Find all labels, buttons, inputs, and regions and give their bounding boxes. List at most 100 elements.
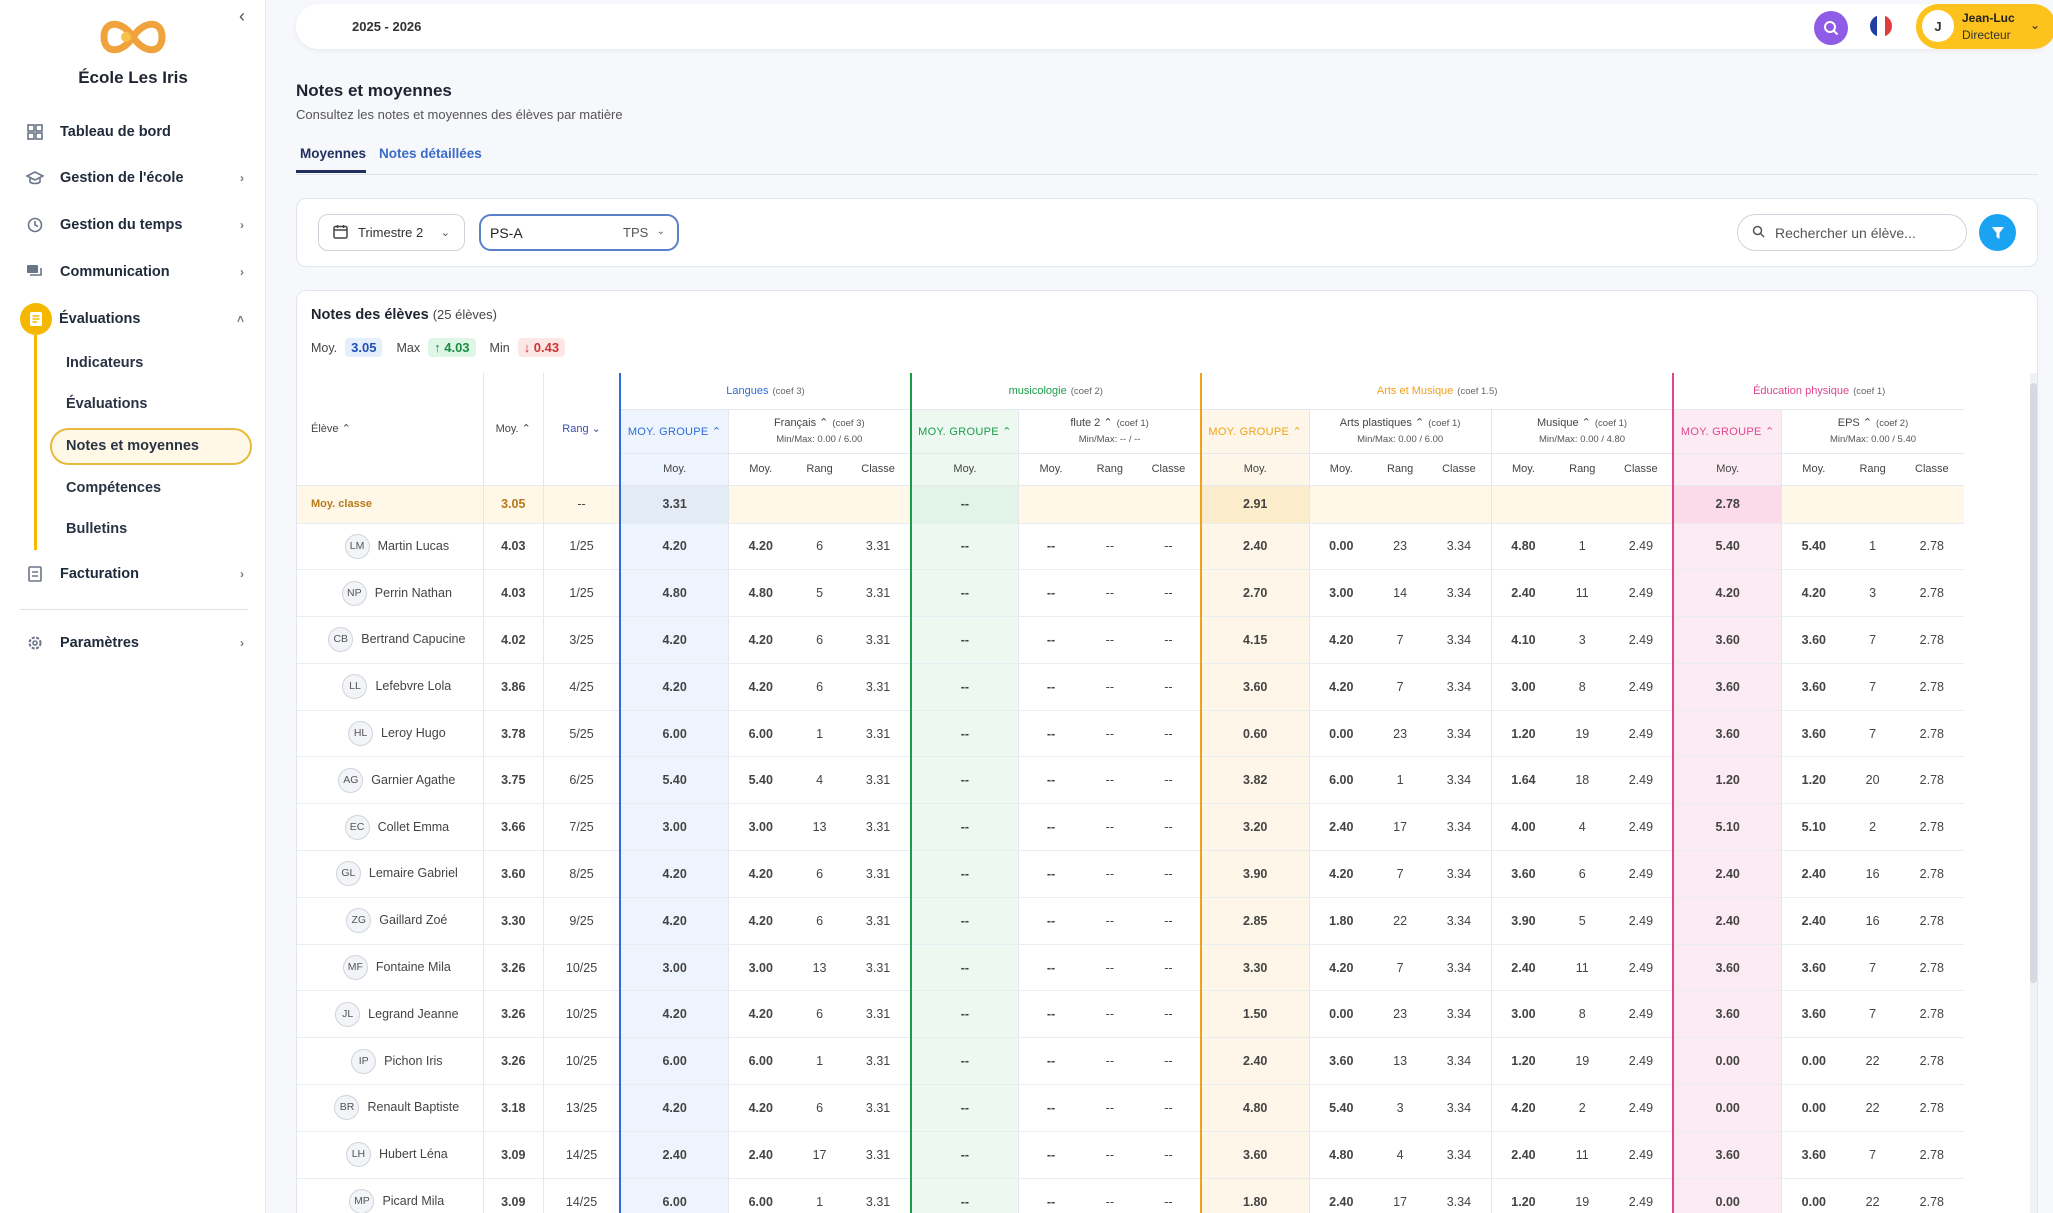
- table-row[interactable]: LL Lefebvre Lola 3.86 4/25 4.20 4.20 6 3.31 -- --…: [297, 663, 1964, 711]
- grade-cell: 2.49: [1609, 616, 1674, 664]
- grade-cell: 3.00: [1490, 990, 1556, 1039]
- subject-header-francais[interactable]: Français ⌃ (coef 3) Min/Max: 0.00 / 6.00: [727, 409, 911, 454]
- grade-cell: --: [1018, 616, 1083, 664]
- table-row[interactable]: CB Bertrand Capucine 4.02 3/25 4.20 4.20 6 3.31…: [297, 616, 1964, 664]
- avatar: J: [1922, 10, 1954, 42]
- table-row[interactable]: EC Collet Emma 3.66 7/25 3.00 3.00 13 3.31 -- -- -…: [297, 803, 1964, 852]
- subject-header-eps[interactable]: EPS ⌃ (coef 2) Min/Max: 0.00 / 5.40: [1781, 409, 1964, 454]
- sub-header-rang: Rang: [1555, 453, 1610, 486]
- group-name: Éducation physique: [1753, 384, 1850, 397]
- grade-cell: 4.20: [727, 523, 793, 571]
- table-row[interactable]: IP Pichon Iris 3.26 10/25 6.00 6.00 1 3.31 -- -- -…: [297, 1037, 1964, 1086]
- grade-cell: 2.40: [1490, 944, 1556, 992]
- table-row[interactable]: BR Renault Baptiste 3.18 13/25 4.20 4.20 6 3.31…: [297, 1084, 1964, 1132]
- student-name: Legrand Jeanne: [368, 1006, 459, 1021]
- scrollbar-thumb[interactable]: [2030, 383, 2037, 983]
- sidebar-subitem-evaluations[interactable]: Évaluations: [66, 392, 147, 416]
- student-name-cell: LH Hubert Léna: [297, 1131, 484, 1179]
- moy-groupe-header[interactable]: MOY. GROUPE ⌃: [619, 409, 729, 454]
- grade-cell: --: [1082, 803, 1137, 852]
- sidebar-item-school[interactable]: Gestion de l'école ›: [24, 164, 244, 192]
- grade-cell: 3.60: [1490, 850, 1556, 898]
- grade-cell: 0.00: [1781, 1084, 1846, 1132]
- vertical-scrollbar[interactable]: [2030, 373, 2037, 1213]
- table-row[interactable]: MF Fontaine Mila 3.26 10/25 3.00 3.00 13 3.31 --…: [297, 944, 1964, 992]
- sidebar-subitem-indicateurs[interactable]: Indicateurs: [66, 351, 143, 375]
- sidebar-item-time[interactable]: Gestion du temps ›: [24, 211, 244, 239]
- collapse-sidebar-icon[interactable]: ‹: [232, 6, 252, 26]
- grade-cell: 0.00: [1672, 1084, 1782, 1132]
- table-row[interactable]: LH Hubert Léna 3.09 14/25 2.40 2.40 17 3.31 -- --…: [297, 1131, 1964, 1179]
- grades-table-body: Moy. classe 3.05 -- 3.31 -- 2.91 2.78 LM…: [297, 485, 1964, 1213]
- tab-notes-detaillees[interactable]: Notes détaillées: [379, 146, 482, 161]
- sidebar-item-label: Tableau de bord: [60, 124, 171, 140]
- card-title: Notes des élèves (25 élèves): [311, 307, 497, 323]
- grade-cell: 3.31: [846, 710, 911, 758]
- table-row[interactable]: HL Leroy Hugo 3.78 5/25 6.00 6.00 1 3.31 -- -- -- -…: [297, 710, 1964, 758]
- grade-cell: 2.49: [1609, 710, 1674, 758]
- grade-cell: --: [1018, 1178, 1083, 1213]
- grade-cell: 3.31: [846, 1084, 911, 1132]
- sidebar-item-facturation[interactable]: Facturation ›: [24, 560, 244, 588]
- subject-header-flute[interactable]: flute 2 ⌃ (coef 1) Min/Max: -- / --: [1018, 409, 1201, 454]
- max-label: Max: [396, 340, 421, 355]
- student-name: Collet Emma: [377, 819, 450, 834]
- sidebar-subitem-competences[interactable]: Compétences: [66, 476, 161, 500]
- grade-cell: 4.15: [1199, 616, 1310, 664]
- grade-cell: 4.00: [1490, 803, 1556, 852]
- table-row[interactable]: LM Martin Lucas 4.03 1/25 4.20 4.20 6 3.31 -- -- -…: [297, 523, 1964, 571]
- sidebar-item-evaluations[interactable]: Évaluations ˄: [59, 305, 244, 333]
- sub-header-moy: Moy.: [1199, 453, 1310, 486]
- grade-cell: 3.90: [1490, 897, 1556, 945]
- table-row[interactable]: JL Legrand Jeanne 3.26 10/25 4.20 4.20 6 3.31 --…: [297, 990, 1964, 1039]
- sub-header-rang: Rang: [1373, 453, 1428, 486]
- moy-groupe-header[interactable]: MOY. GROUPE ⌃: [909, 409, 1019, 454]
- table-row[interactable]: GL Lemaire Gabriel 3.60 8/25 4.20 4.20 6 3.31 --…: [297, 850, 1964, 898]
- french-flag-icon[interactable]: [1870, 15, 1892, 37]
- student-initials-avatar: GL: [335, 861, 361, 887]
- sidebar-item-dashboard[interactable]: Tableau de bord: [24, 118, 244, 146]
- grade-cell: 4: [1555, 803, 1610, 852]
- filter-button[interactable]: [1979, 214, 2016, 251]
- student-initials-avatar: AG: [338, 767, 364, 793]
- school-year[interactable]: 2025 - 2026: [352, 19, 421, 34]
- grade-cell: 22: [1845, 1178, 1900, 1213]
- global-search-button[interactable]: [1814, 11, 1848, 45]
- subject-header-musique[interactable]: Musique ⌃ (coef 1) Min/Max: 0.00 / 4.80: [1490, 409, 1674, 454]
- class-average-badge: 3.05: [345, 338, 383, 357]
- moy-groupe-header[interactable]: MOY. GROUPE ⌃: [1199, 409, 1310, 454]
- filter-bar: Trimestre 2 ⌄ PS-A TPS ⌄ Rechercher un é…: [296, 198, 2038, 267]
- user-menu[interactable]: J Jean-Luc Directeur ⌄: [1916, 4, 2053, 49]
- card-title-text: Notes des élèves: [311, 307, 429, 323]
- student-search-input[interactable]: Rechercher un élève...: [1737, 214, 1967, 251]
- sidebar-subitem-notes-moyennes[interactable]: Notes et moyennes: [66, 434, 199, 458]
- subject-header-arts-plastiques[interactable]: Arts plastiques ⌃ (coef 1) Min/Max: 0.00 /…: [1308, 409, 1492, 454]
- table-row[interactable]: AG Garnier Agathe 3.75 6/25 5.40 5.40 4 3.31 -- -…: [297, 756, 1964, 805]
- student-name-cell: LM Martin Lucas: [297, 523, 484, 571]
- table-row[interactable]: MP Picard Mila 3.09 14/25 6.00 6.00 1 3.31 -- -- -…: [297, 1178, 1964, 1213]
- grade-cell: 14/25: [542, 1131, 621, 1179]
- class-select[interactable]: PS-A TPS ⌄: [479, 214, 679, 251]
- sidebar-subitem-bulletins[interactable]: Bulletins: [66, 517, 127, 541]
- grade-cell: 3.60: [1672, 944, 1782, 992]
- grade-cell: 3.82: [1199, 756, 1310, 805]
- sidebar-item-communication[interactable]: Communication ›: [24, 258, 244, 286]
- student-initials-avatar: CB: [328, 627, 354, 653]
- grade-cell: --: [1136, 1084, 1201, 1132]
- tab-moyennes[interactable]: Moyennes: [300, 146, 366, 161]
- table-row[interactable]: ZG Gaillard Zoé 3.30 9/25 4.20 4.20 6 3.31 -- -- -…: [297, 897, 1964, 945]
- grade-cell: 11: [1555, 944, 1610, 992]
- grade-cell: --: [1136, 569, 1201, 618]
- trimestre-select[interactable]: Trimestre 2 ⌄: [318, 214, 465, 251]
- column-header-rang[interactable]: Rang ⌄: [542, 373, 621, 486]
- table-row[interactable]: NP Perrin Nathan 4.03 1/25 4.80 4.80 5 3.31 -- --…: [297, 569, 1964, 618]
- moy-groupe-header[interactable]: MOY. GROUPE ⌃: [1672, 409, 1782, 454]
- student-name-cell: NP Perrin Nathan: [297, 569, 484, 618]
- grade-cell: 9/25: [542, 897, 621, 945]
- sidebar-item-label: Paramètres: [60, 635, 139, 651]
- sub-header-rang: Rang: [1845, 453, 1900, 486]
- grade-cell: 3.00: [619, 944, 729, 992]
- column-header-eleve[interactable]: Élève ⌃: [297, 373, 484, 486]
- sidebar-item-parametres[interactable]: Paramètres ›: [24, 629, 244, 657]
- column-header-moy[interactable]: Moy. ⌃: [482, 373, 544, 486]
